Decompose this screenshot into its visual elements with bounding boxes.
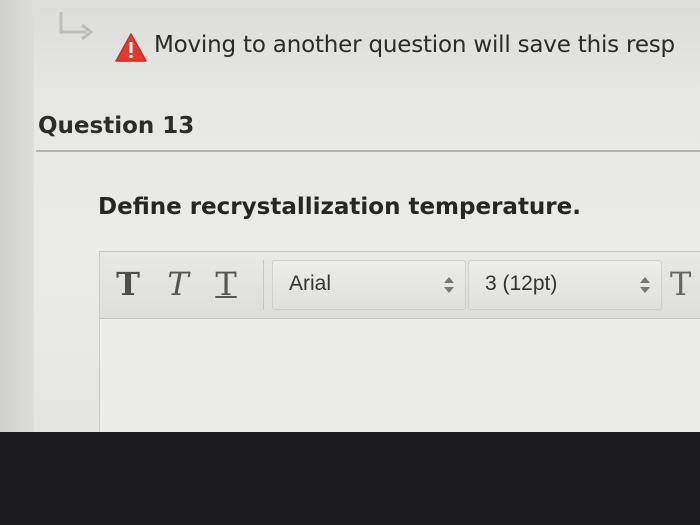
font-family-value: Arial xyxy=(289,272,332,295)
select-arrows-icon xyxy=(640,277,650,293)
underline-button[interactable]: T xyxy=(210,262,242,308)
editor-toolbar: T T T Arial 3 (12pt) T xyxy=(100,252,700,319)
font-size-value: 3 (12pt) xyxy=(485,272,558,295)
warning-icon xyxy=(115,33,147,62)
bold-button[interactable]: T xyxy=(112,262,144,308)
left-panel-edge xyxy=(0,0,34,432)
return-arrow-icon xyxy=(59,12,94,41)
toolbar-separator xyxy=(263,260,264,310)
save-notice: Moving to another question will save thi… xyxy=(58,6,700,76)
question-prompt: Define recrystallization temperature. xyxy=(98,194,581,220)
font-family-select[interactable]: Arial xyxy=(272,260,466,310)
font-size-select[interactable]: 3 (12pt) xyxy=(468,260,662,310)
screen: Moving to another question will save thi… xyxy=(0,0,700,432)
question-divider xyxy=(36,150,700,152)
answer-text-area[interactable] xyxy=(100,319,700,432)
answer-editor: T T T Arial 3 (12pt) T xyxy=(99,251,700,432)
save-notice-text: Moving to another question will save thi… xyxy=(154,32,675,58)
text-color-button[interactable]: T xyxy=(670,262,691,308)
question-title: Question 13 xyxy=(38,113,195,139)
italic-button[interactable]: T xyxy=(162,262,194,308)
select-arrows-icon xyxy=(444,277,454,293)
monitor-bezel xyxy=(0,432,700,525)
